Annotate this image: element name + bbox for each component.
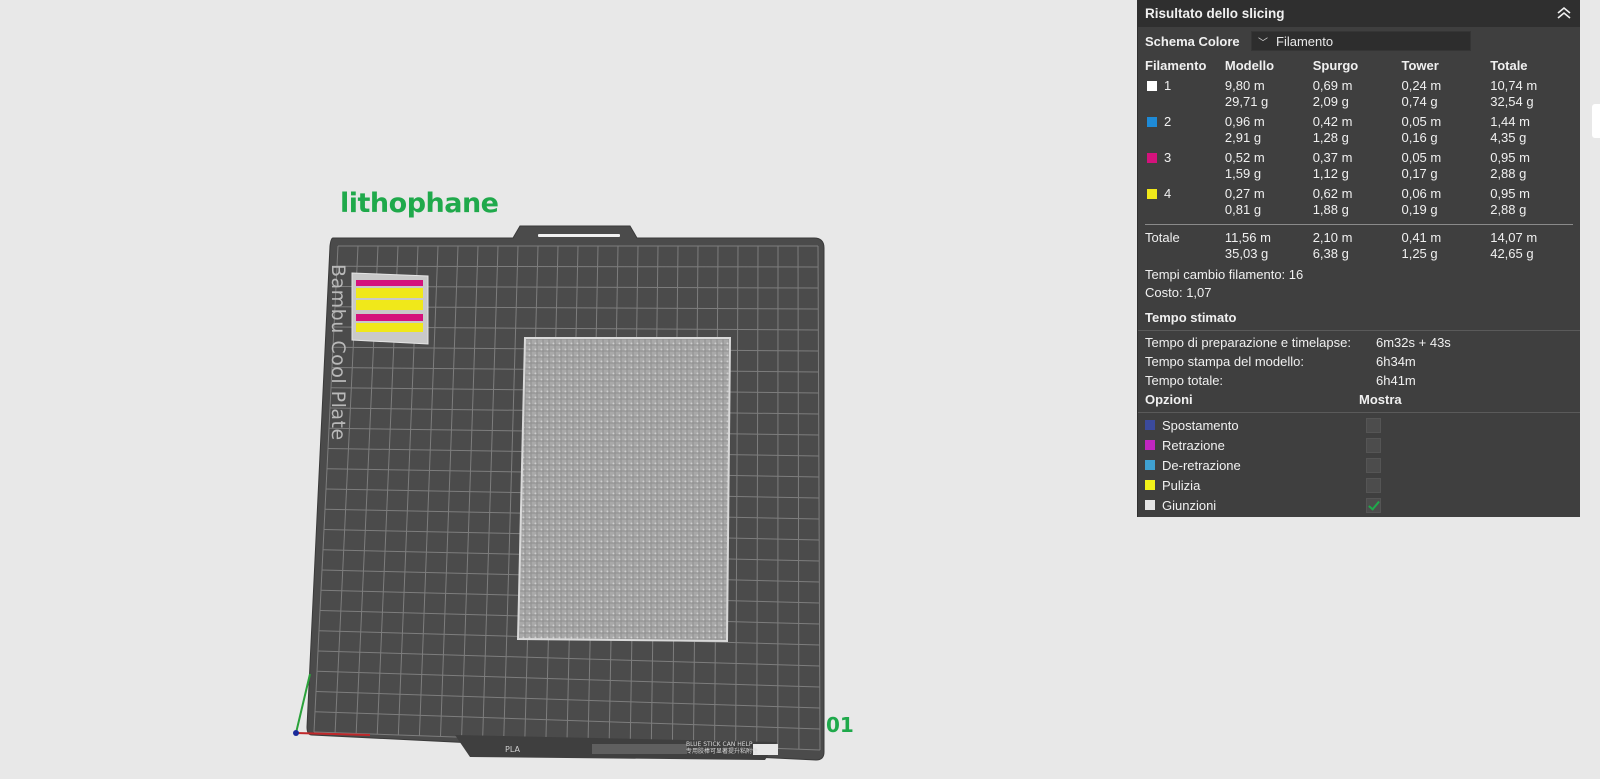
panel-title: Risultato dello slicing: [1145, 6, 1285, 21]
divider: [1138, 412, 1580, 413]
build-plate[interactable]: [0, 0, 1137, 779]
filament-changes: Tempi cambio filamento: 16: [1145, 267, 1304, 282]
col-tower: Tower: [1401, 58, 1439, 73]
option-row: Spostamento: [1138, 415, 1580, 435]
col-total: Totale: [1490, 58, 1528, 73]
legend-color-icon: [1145, 480, 1155, 490]
color-swatch-icon: [1147, 117, 1157, 127]
show-checkbox[interactable]: [1366, 457, 1381, 473]
filament-table: Filamento Modello Spurgo Tower Totale 19…: [1145, 54, 1580, 264]
legend-color-icon: [1145, 440, 1155, 450]
option-row: De-retrazione: [1138, 455, 1580, 475]
totals-row: Totale 11,56 m 35,03 g 2,10 m 6,38 g 0,41 m 1,…: [1145, 230, 1538, 261]
show-checkbox[interactable]: [1366, 497, 1381, 513]
col-model: Modello: [1224, 58, 1275, 73]
legend-color-icon: [1145, 420, 1155, 430]
col-filament: Filamento: [1145, 58, 1207, 73]
legend-color-icon: [1145, 460, 1155, 470]
chevron-double-up-icon[interactable]: [1556, 6, 1572, 20]
filament-row: 1 9,80 m 29,71 g 0,69 m 2,09 g 0,24 m 0,74 g 10…: [1145, 76, 1580, 112]
cost: Costo: 1,07: [1145, 285, 1212, 300]
purge-tower[interactable]: [351, 272, 429, 345]
show-checkbox[interactable]: [1366, 417, 1381, 433]
options-header: Opzioni Mostra: [1145, 392, 1402, 407]
time-row: Tempo totale: 6h41m: [1145, 373, 1416, 388]
panel-header: Risultato dello slicing: [1138, 0, 1580, 27]
plate-name[interactable]: lithophane: [340, 188, 499, 219]
plate-number: 01: [826, 713, 854, 737]
lithophane-model[interactable]: [516, 337, 732, 643]
filament-row: 3 0,52 m 1,59 g 0,37 m 1,12 g 0,05 m 0,17 g 0,9…: [1145, 148, 1580, 184]
show-checkbox[interactable]: [1366, 477, 1381, 493]
side-panel-handle[interactable]: [1592, 104, 1600, 138]
color-scheme-label: Schema Colore: [1145, 33, 1240, 49]
option-row: Pulizia: [1138, 475, 1580, 495]
chevron-down-icon: ﹀: [1258, 37, 1268, 49]
plate-help-text: BLUE STICK CAN HELP 专用胶棒可显著提升粘附性: [686, 741, 759, 755]
slicing-result-panel: Risultato dello slicing Schema Colore ﹀ …: [1137, 0, 1580, 517]
show-checkbox[interactable]: [1366, 437, 1381, 453]
divider: [1138, 330, 1580, 331]
legend-color-icon: [1145, 500, 1155, 510]
time-row: Tempo stampa del modello: 6h34m: [1145, 354, 1416, 369]
option-row: Giunzioni: [1138, 495, 1580, 515]
color-scheme-select[interactable]: ﹀ Filamento: [1251, 31, 1471, 51]
plate-type-label: Bambu Cool Plate: [327, 264, 349, 441]
color-scheme-value: Filamento: [1276, 33, 1334, 49]
filament-row: 2 0,96 m 2,91 g 0,42 m 1,28 g 0,05 m 0,16 g 1,4…: [1145, 112, 1580, 148]
option-row: Retrazione: [1138, 435, 1580, 455]
col-purge: Spurgo: [1312, 58, 1359, 73]
color-swatch-icon: [1147, 153, 1157, 163]
time-row: Tempo di preparazione e timelapse: 6m32s …: [1145, 335, 1451, 350]
color-swatch-icon: [1147, 81, 1157, 91]
filament-row: 4 0,27 m 0,81 g 0,62 m 1,88 g 0,06 m 0,19 g 0,9…: [1145, 184, 1580, 220]
estimated-time-heading: Tempo stimato: [1145, 310, 1237, 325]
color-swatch-icon: [1147, 189, 1157, 199]
plate-tag: PLA: [505, 745, 520, 754]
divider: [1145, 224, 1573, 225]
